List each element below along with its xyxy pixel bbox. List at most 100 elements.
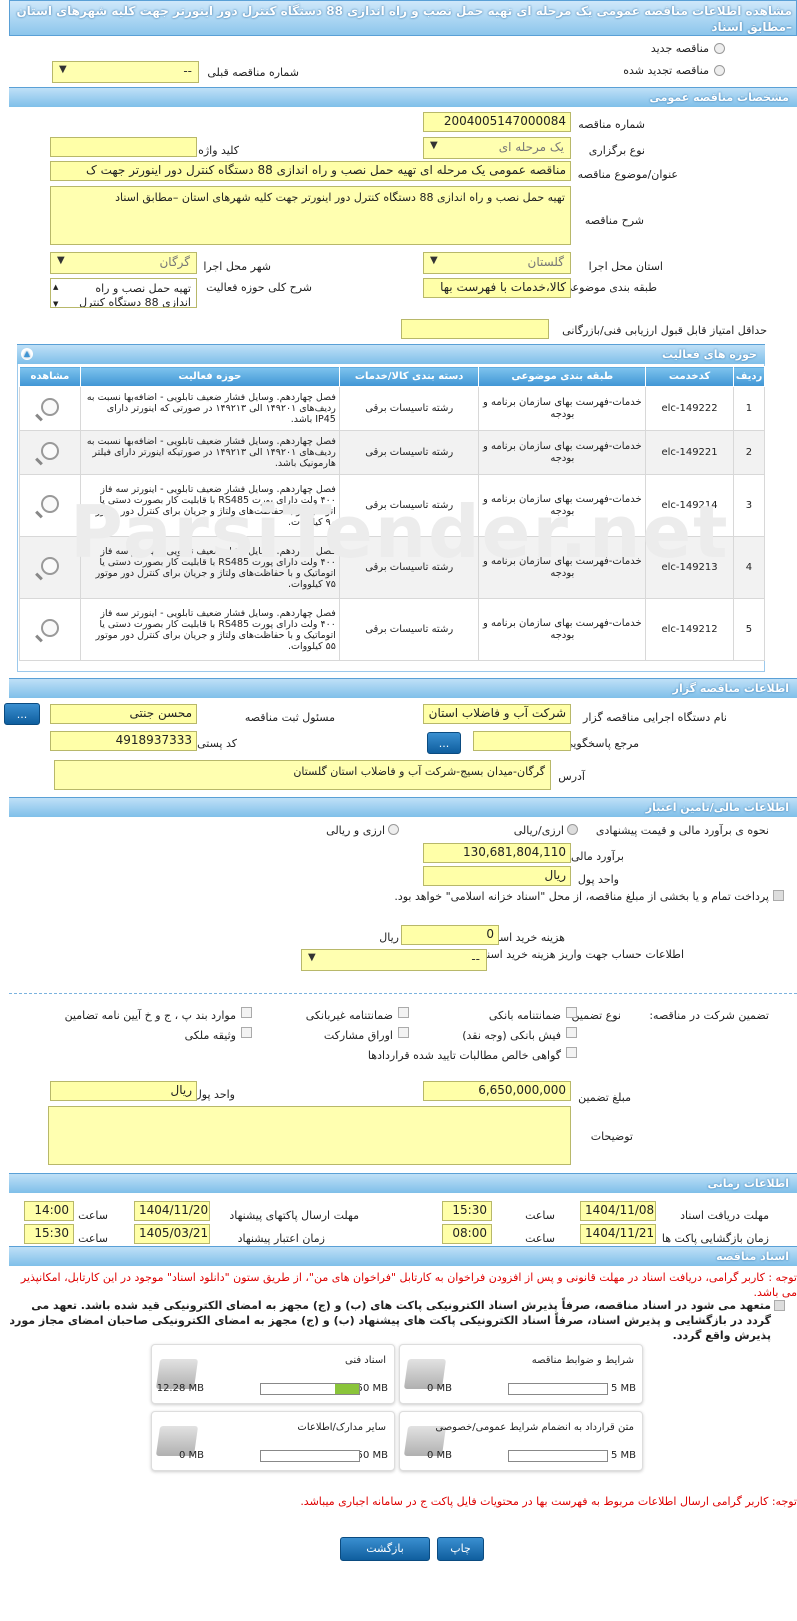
activity-desc-field[interactable]: تهیه حمل نصب و راه اندازی 88 دستگاه کنتر…: [50, 278, 197, 308]
bonds-label: اوراق مشارکت: [323, 1029, 393, 1042]
cash-receipt-checkbox[interactable]: [566, 1027, 577, 1038]
bank-guarantee-label: ضمانتنامه بانکی: [488, 1009, 561, 1022]
doc-deadline-time-field[interactable]: 15:30: [442, 1201, 492, 1221]
property-collateral-checkbox[interactable]: [241, 1027, 252, 1038]
upload-progress-bar: [260, 1450, 360, 1462]
activity-desc-text: تهیه حمل نصب و راه اندازی 88 دستگاه کنتر…: [79, 282, 191, 308]
address-field[interactable]: گرگان-میدان بسیج-شرکت آب و فاضلاب استان …: [54, 760, 551, 790]
estimate-field[interactable]: 130,681,804,110: [423, 843, 571, 863]
nonbank-guarantee-label: ضمانتنامه غیربانکی: [305, 1009, 393, 1022]
bank-guarantee-checkbox[interactable]: [566, 1007, 577, 1018]
section-finance: اطلاعات مالی/تامین اعتبار: [9, 797, 797, 817]
document-max-size: 50 MB: [356, 1383, 388, 1394]
renewed-tender-radio[interactable]: [714, 65, 725, 76]
guarantee-currency-field[interactable]: ریال: [50, 1081, 197, 1101]
prev-tender-label: شماره مناقصه قبلی: [207, 66, 299, 79]
notes-field[interactable]: [48, 1106, 571, 1165]
valid-time-field[interactable]: 15:30: [24, 1224, 74, 1244]
rial-radio[interactable]: [567, 824, 578, 835]
magnifier-icon[interactable]: [40, 397, 59, 416]
province-label: استان محل اجرا: [588, 260, 663, 273]
address-label: آدرس: [558, 770, 585, 783]
valid-date-label: زمان اعتبار پیشنهاد: [237, 1232, 325, 1245]
nonbank-guarantee-checkbox[interactable]: [398, 1007, 409, 1018]
hold-type-value: یک مرحله ای: [498, 140, 564, 154]
document-max-size: 50 MB: [356, 1450, 388, 1461]
organization-field[interactable]: شرکت آب و فاضلاب استان: [423, 704, 571, 724]
commitment-checkbox[interactable]: [774, 1300, 785, 1311]
doc-deadline-field[interactable]: 1404/11/08: [580, 1201, 656, 1221]
table-row: 1 elc-149222 خدمات-فهرست بهای سازمان برنام…: [19, 386, 766, 431]
valid-time-label: ساعت: [78, 1232, 108, 1245]
cell-class: خدمات-فهرست بهای سازمان برنامه و بودجه: [478, 386, 647, 431]
keyword-field[interactable]: [50, 137, 197, 157]
treasury-checkbox[interactable]: [773, 890, 784, 901]
magnifier-icon[interactable]: [40, 556, 59, 575]
section-general: مشخصات مناقصه عمومی: [9, 87, 797, 107]
cell-code: elc-149221: [645, 430, 734, 475]
cell-act: فصل چهاردهم. وسایل فشار ضعیف تابلویی - ا…: [79, 430, 340, 475]
description-label: شرح مناقصه: [584, 214, 644, 227]
description-field[interactable]: تهیه حمل نصب و راه اندازی 88 دستگاه کنتر…: [50, 186, 571, 245]
cell-no: 1: [732, 386, 766, 431]
min-score-field[interactable]: [401, 319, 549, 339]
treasury-text: پرداخت تمام و یا بخشی از مبلغ مناقصه، از…: [394, 890, 769, 903]
tender-number-field[interactable]: 2004005147000084: [423, 112, 571, 132]
scroll-down-icon[interactable]: ▼: [53, 297, 58, 307]
currency-label: واحد پول: [577, 873, 619, 886]
document-box[interactable]: متن قرارداد به انضمام شرایط عمومی/خصوصی 5…: [399, 1411, 643, 1471]
property-collateral-label: وثیقه ملکی: [184, 1029, 236, 1042]
province-select[interactable]: گلستان ▼: [423, 252, 571, 274]
document-box[interactable]: سایر مدارک/اطلاعات 50 MB 0 MB: [151, 1411, 395, 1471]
document-box[interactable]: شرایط و ضوابط مناقصه 5 MB 0 MB: [399, 1344, 643, 1404]
responsible-field[interactable]: محسن جنتی: [50, 704, 197, 724]
section-time: اطلاعات زمانی: [9, 1173, 797, 1193]
subject-field[interactable]: مناقصه عمومی یک مرحله ای تهیه حمل نصب و …: [50, 161, 571, 181]
magnifier-icon[interactable]: [40, 494, 59, 513]
class-field[interactable]: کالا،خدمات با فهرست بها: [423, 278, 571, 298]
chevron-down-icon: ▼: [57, 255, 65, 266]
bonds-checkbox[interactable]: [398, 1027, 409, 1038]
guarantee-amount-field[interactable]: 6,650,000,000: [423, 1081, 571, 1101]
document-used-size: 0 MB: [426, 1450, 452, 1461]
collapse-icon[interactable]: ▲: [21, 348, 33, 360]
reference-lookup-button[interactable]: ...: [427, 732, 461, 754]
upload-progress-bar: [508, 1383, 608, 1395]
doc-cost-field[interactable]: 0: [401, 925, 499, 945]
magnifier-icon[interactable]: [40, 618, 59, 637]
doc-deadline-time-label: ساعت: [525, 1209, 555, 1222]
send-deadline-time-field[interactable]: 14:00: [24, 1201, 74, 1221]
back-button[interactable]: بازگشت: [340, 1537, 430, 1561]
contract-claims-checkbox[interactable]: [566, 1047, 577, 1058]
section-activity: حوزه های فعالیت ▲: [17, 344, 765, 364]
notice-download: توجه : کاربر گرامی، دریافت اسناد در مهلت…: [20, 1271, 797, 1299]
regulation-items-checkbox[interactable]: [241, 1007, 252, 1018]
document-box[interactable]: اسناد فنی 50 MB 12.28 MB: [151, 1344, 395, 1404]
cell-no: 3: [732, 474, 766, 537]
account-label: اطلاعات حساب جهت واریز هزینه خرید اسناد: [478, 948, 684, 961]
contract-claims-label: گواهی خالص مطالبات تایید شده قراردادها: [367, 1049, 561, 1062]
reference-field[interactable]: [473, 731, 571, 751]
column-header: طبقه بندی موضوعی: [478, 366, 647, 387]
open-time-field[interactable]: 08:00: [442, 1224, 492, 1244]
print-button[interactable]: چاپ: [437, 1537, 484, 1561]
view-cell: [19, 430, 81, 475]
valid-date-field[interactable]: 1405/03/21: [134, 1224, 210, 1244]
document-name: اسناد فنی: [345, 1355, 386, 1366]
magnifier-icon[interactable]: [40, 441, 59, 460]
hold-type-select[interactable]: یک مرحله ای ▼: [423, 137, 571, 159]
account-select[interactable]: -- ▼: [301, 949, 487, 971]
city-select[interactable]: گرگان ▼: [50, 252, 197, 274]
send-deadline-label: مهلت ارسال پاکتهای پیشنهاد: [229, 1209, 359, 1222]
new-tender-radio[interactable]: [714, 43, 725, 54]
responsible-lookup-button[interactable]: ...: [4, 703, 40, 725]
currency-field[interactable]: ریال: [423, 866, 571, 886]
postal-code-field[interactable]: 4918937333: [50, 731, 197, 751]
both-currency-radio[interactable]: [388, 824, 399, 835]
prev-tender-select[interactable]: -- ▼: [52, 61, 199, 83]
estimate-label: برآورد مالی: [571, 850, 624, 863]
open-date-field[interactable]: 1404/11/21: [580, 1224, 656, 1244]
send-deadline-field[interactable]: 1404/11/20: [134, 1201, 210, 1221]
document-used-size: 0 MB: [426, 1383, 452, 1394]
scroll-up-icon[interactable]: ▲: [53, 280, 58, 294]
